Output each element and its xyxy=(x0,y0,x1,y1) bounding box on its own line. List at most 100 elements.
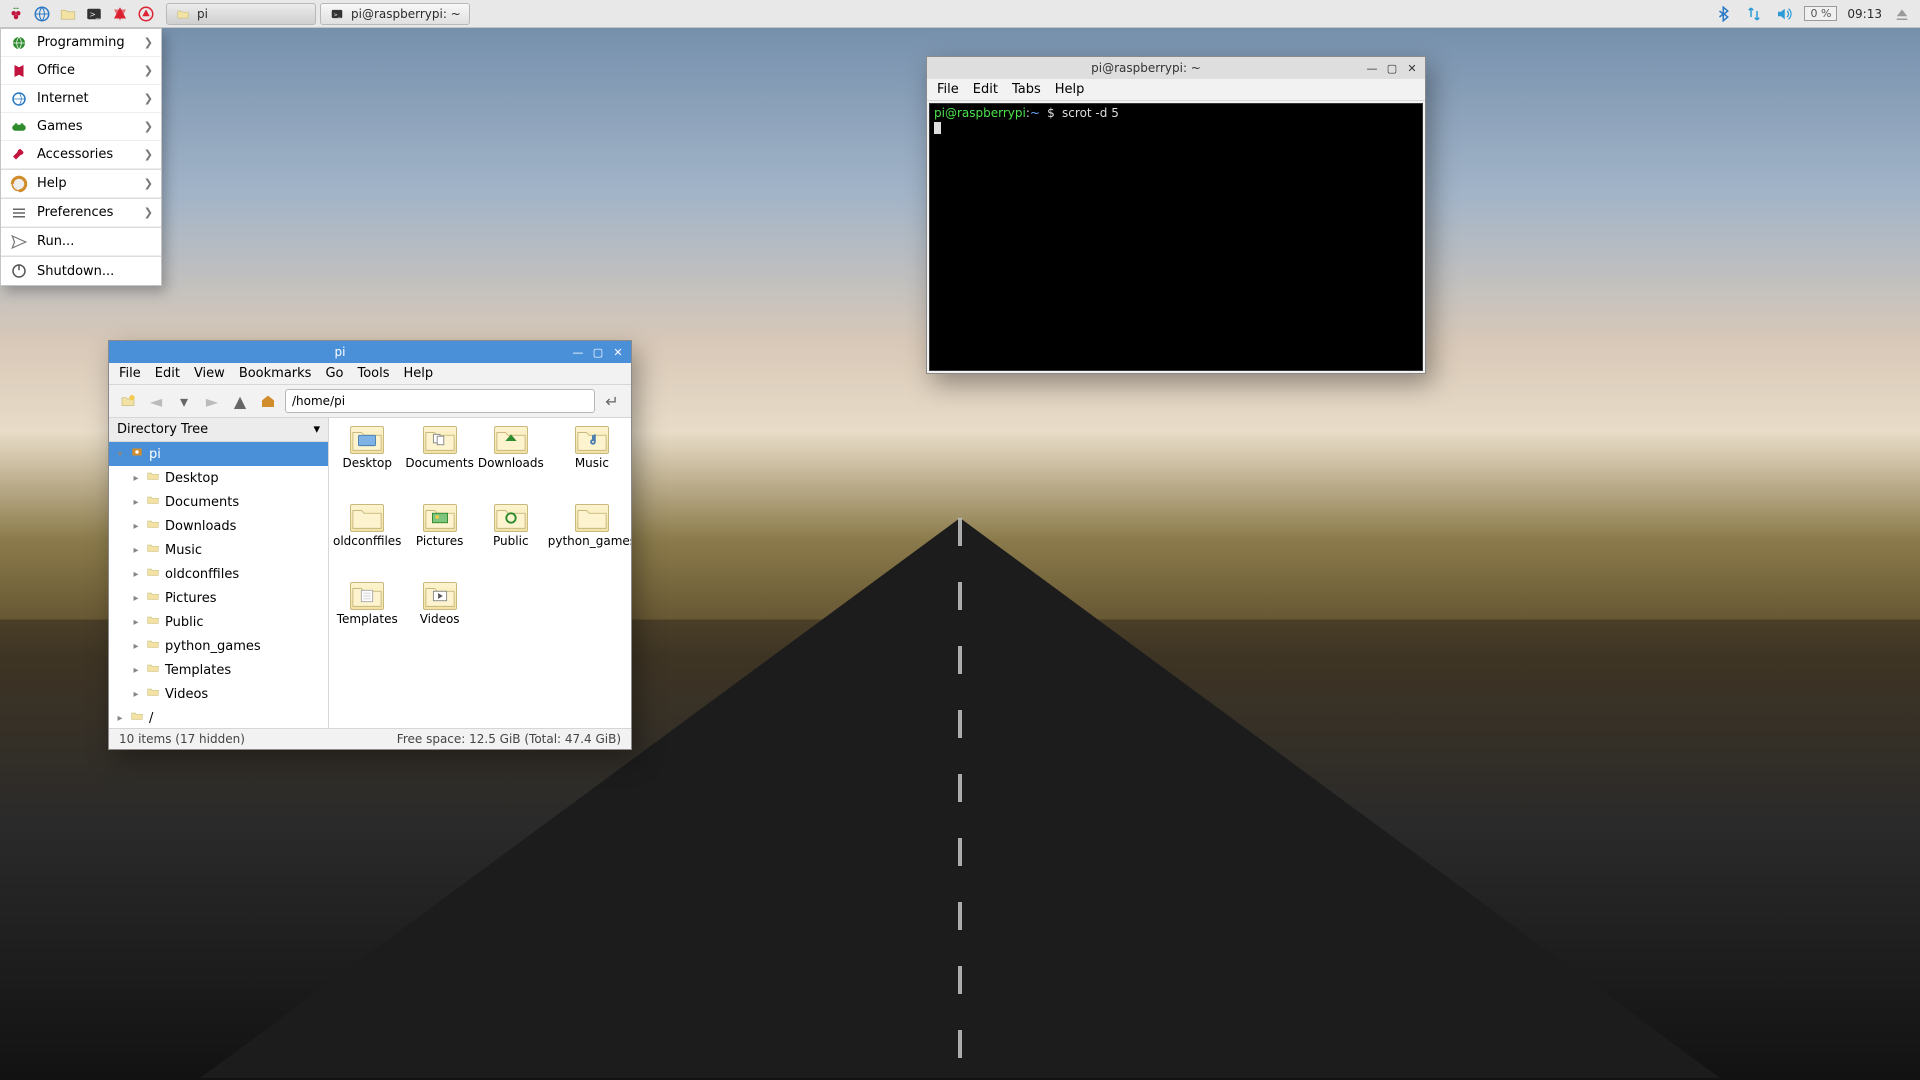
folder-icon xyxy=(129,445,145,463)
expand-icon[interactable]: ▸ xyxy=(131,497,141,508)
expand-icon[interactable]: ▸ xyxy=(131,689,141,700)
filemanager-menu-bookmarks[interactable]: Bookmarks xyxy=(239,366,312,381)
taskbar: >_ pi >_ pi@raspberrypi: ~ 0 % 09:13 xyxy=(0,0,1920,28)
folder-documents[interactable]: Documents xyxy=(405,426,473,500)
terminal-menu-edit[interactable]: Edit xyxy=(973,82,998,97)
go-button[interactable]: ↵ xyxy=(601,390,623,412)
terminal-menu-help[interactable]: Help xyxy=(1055,82,1085,97)
close-button[interactable]: ✕ xyxy=(611,345,625,359)
home-button[interactable] xyxy=(257,390,279,412)
filemanager-menu-tools[interactable]: Tools xyxy=(357,366,389,381)
folder-python-games[interactable]: python_games xyxy=(548,504,631,578)
menu-item-run-[interactable]: Run... xyxy=(1,228,161,256)
tree-node-public[interactable]: ▸Public xyxy=(109,610,328,634)
folder-videos[interactable]: Videos xyxy=(405,582,473,656)
network-icon[interactable] xyxy=(1744,4,1764,24)
browser-launcher-icon[interactable] xyxy=(32,4,52,24)
volume-icon[interactable] xyxy=(1774,4,1794,24)
cursor-icon xyxy=(934,122,941,134)
filemanager-menu-view[interactable]: View xyxy=(194,366,225,381)
expand-icon[interactable]: ▸ xyxy=(131,665,141,676)
tree-node-documents[interactable]: ▸Documents xyxy=(109,490,328,514)
expand-icon[interactable]: ▸ xyxy=(131,641,141,652)
task-button-terminal[interactable]: >_ pi@raspberrypi: ~ xyxy=(320,3,470,25)
cpu-usage-badge[interactable]: 0 % xyxy=(1804,6,1837,21)
filemanager-menu-help[interactable]: Help xyxy=(404,366,434,381)
terminal-output[interactable]: pi@raspberrypi:~ $ scrot -d 5 xyxy=(929,103,1423,371)
folder-oldconffiles[interactable]: oldconffiles xyxy=(333,504,401,578)
back-button[interactable]: ◄ xyxy=(145,390,167,412)
tree-node-pictures[interactable]: ▸Pictures xyxy=(109,586,328,610)
forward-button[interactable]: ► xyxy=(201,390,223,412)
tree-node-music[interactable]: ▸Music xyxy=(109,538,328,562)
bluetooth-icon[interactable] xyxy=(1714,4,1734,24)
address-bar[interactable]: /home/pi xyxy=(285,389,595,413)
terminal-menu-file[interactable]: File xyxy=(937,82,959,97)
tree-node--[interactable]: ▸/ xyxy=(109,706,328,728)
menu-item-preferences[interactable]: Preferences❯ xyxy=(1,199,161,227)
svg-text:>_: >_ xyxy=(334,12,341,18)
eject-icon[interactable] xyxy=(1892,4,1912,24)
history-button[interactable]: ▾ xyxy=(173,390,195,412)
minimize-button[interactable]: — xyxy=(1365,61,1379,75)
filemanager-menu-file[interactable]: File xyxy=(119,366,141,381)
folder-icon xyxy=(145,541,161,559)
filemanager-window: pi — ▢ ✕ File Edit View Bookmarks Go Tools Hel… xyxy=(108,340,632,750)
menu-item-label: Programming xyxy=(37,35,125,50)
folder-icon xyxy=(145,565,161,583)
clock[interactable]: 09:13 xyxy=(1847,7,1882,21)
folder-downloads[interactable]: Downloads xyxy=(478,426,544,500)
folder-view[interactable]: DesktopDocumentsDownloadsMusic oldconffil… xyxy=(329,418,631,728)
expand-icon[interactable]: ▸ xyxy=(131,569,141,580)
folder-pictures[interactable]: Pictures xyxy=(405,504,473,578)
mathematica-launcher-icon[interactable] xyxy=(110,4,130,24)
expand-icon[interactable]: ▸ xyxy=(115,713,125,724)
filemanager-menu-go[interactable]: Go xyxy=(325,366,343,381)
menu-item-help[interactable]: Help❯ xyxy=(1,170,161,198)
tree-node-pi[interactable]: ▾pi xyxy=(109,442,328,466)
folder-public[interactable]: Public xyxy=(478,504,544,578)
menu-item-programming[interactable]: Programming❯ xyxy=(1,29,161,57)
tree-node-oldconffiles[interactable]: ▸oldconffiles xyxy=(109,562,328,586)
tree-node-downloads[interactable]: ▸Downloads xyxy=(109,514,328,538)
menu-item-accessories[interactable]: Accessories❯ xyxy=(1,141,161,169)
expand-icon[interactable]: ▸ xyxy=(131,521,141,532)
minimize-button[interactable]: — xyxy=(571,345,585,359)
expand-icon[interactable]: ▾ xyxy=(115,449,125,460)
wolfram-launcher-icon[interactable] xyxy=(136,4,156,24)
menu-item-games[interactable]: Games❯ xyxy=(1,113,161,141)
task-button-filemanager[interactable]: pi xyxy=(166,3,316,25)
tree-node-videos[interactable]: ▸Videos xyxy=(109,682,328,706)
maximize-button[interactable]: ▢ xyxy=(591,345,605,359)
menu-item-office[interactable]: Office❯ xyxy=(1,57,161,85)
raspberry-menu-icon[interactable] xyxy=(6,4,26,24)
sidebar-header[interactable]: Directory Tree ▾ xyxy=(109,418,328,442)
menu-item-shutdown-[interactable]: Shutdown... xyxy=(1,257,161,285)
folder-templates[interactable]: Templates xyxy=(333,582,401,656)
tree-node-python-games[interactable]: ▸python_games xyxy=(109,634,328,658)
close-button[interactable]: ✕ xyxy=(1405,61,1419,75)
terminal-command: scrot -d 5 xyxy=(1062,106,1119,120)
folder-desktop[interactable]: Desktop xyxy=(333,426,401,500)
filemanager-menu-edit[interactable]: Edit xyxy=(155,366,180,381)
expand-icon[interactable]: ▸ xyxy=(131,473,141,484)
folder-icon xyxy=(145,613,161,631)
up-button[interactable]: ▲ xyxy=(229,390,251,412)
filemanager-titlebar[interactable]: pi — ▢ ✕ xyxy=(109,341,631,363)
maximize-button[interactable]: ▢ xyxy=(1385,61,1399,75)
expand-icon[interactable]: ▸ xyxy=(131,617,141,628)
tree-node-desktop[interactable]: ▸Desktop xyxy=(109,466,328,490)
expand-icon[interactable]: ▸ xyxy=(131,593,141,604)
terminal-launcher-icon[interactable]: >_ xyxy=(84,4,104,24)
folder-music[interactable]: Music xyxy=(548,426,631,500)
menu-item-label: Games xyxy=(37,119,82,134)
help-icon xyxy=(9,174,29,194)
address-text: /home/pi xyxy=(292,394,345,408)
filemanager-launcher-icon[interactable] xyxy=(58,4,78,24)
new-tab-button[interactable] xyxy=(117,390,139,412)
terminal-titlebar[interactable]: pi@raspberrypi: ~ — ▢ ✕ xyxy=(927,57,1425,79)
expand-icon[interactable]: ▸ xyxy=(131,545,141,556)
tree-node-templates[interactable]: ▸Templates xyxy=(109,658,328,682)
menu-item-internet[interactable]: Internet❯ xyxy=(1,85,161,113)
terminal-menu-tabs[interactable]: Tabs xyxy=(1012,82,1041,97)
